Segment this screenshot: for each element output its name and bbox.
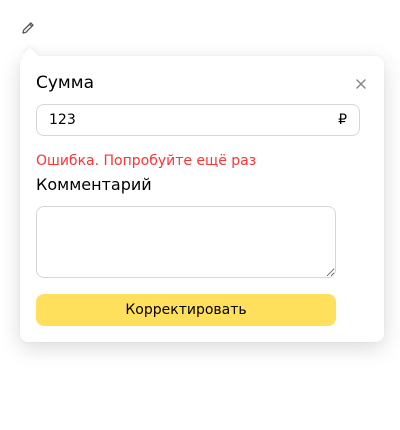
amount-popup: Сумма ₽ Ошибка. Попробуйте ещё раз Комме… [20, 56, 384, 342]
amount-field[interactable]: ₽ [36, 104, 360, 136]
popup-title: Сумма [36, 73, 94, 93]
error-message: Ошибка. Попробуйте ещё раз [36, 153, 257, 169]
amount-input[interactable] [49, 112, 339, 128]
close-icon [356, 79, 366, 89]
currency-symbol: ₽ [338, 112, 347, 128]
correct-button[interactable]: Корректировать [36, 294, 336, 326]
close-button[interactable] [354, 76, 368, 90]
page: Сумма ₽ Ошибка. Попробуйте ещё раз Комме… [0, 0, 400, 430]
pencil-icon [22, 22, 34, 34]
comment-label: Комментарий [36, 175, 152, 194]
edit-button[interactable] [19, 19, 37, 37]
comment-textarea[interactable] [36, 206, 336, 278]
